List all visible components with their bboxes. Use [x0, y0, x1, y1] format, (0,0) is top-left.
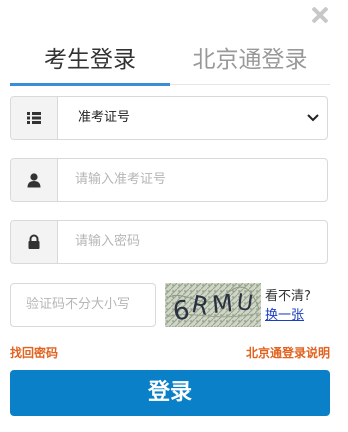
- captcha-refresh-link[interactable]: 换一张: [265, 304, 304, 323]
- captcha-char: M: [211, 289, 235, 319]
- login-button[interactable]: 登录: [10, 370, 330, 416]
- id-type-selected: 准考证号: [78, 110, 131, 125]
- captcha-image[interactable]: 6 R M U: [165, 283, 261, 327]
- password-input[interactable]: 请输入密码: [75, 221, 140, 263]
- tab-candidate-login[interactable]: 考生登录: [10, 40, 170, 80]
- captcha-unclear-label: 看不清?: [265, 289, 311, 304]
- close-icon[interactable]: [308, 4, 330, 26]
- username-field[interactable]: 请输入准考证号: [10, 158, 328, 202]
- active-tab-indicator: [10, 83, 170, 86]
- lock-icon: [11, 221, 58, 263]
- captcha-input[interactable]: 验证码不分大小写: [26, 284, 130, 326]
- id-type-field: 准考证号: [10, 96, 328, 140]
- user-icon: [11, 159, 58, 201]
- login-tabs: 考生登录 北京通登录: [10, 40, 330, 86]
- captcha-field[interactable]: 验证码不分大小写: [10, 283, 156, 327]
- forgot-password-link[interactable]: 找回密码: [10, 344, 58, 361]
- username-input[interactable]: 请输入准考证号: [75, 159, 166, 201]
- captcha-char: U: [235, 290, 254, 317]
- list-icon: [11, 97, 58, 139]
- chevron-down-icon: [307, 114, 319, 122]
- id-type-select[interactable]: 准考证号: [58, 97, 327, 139]
- password-field[interactable]: 请输入密码: [10, 220, 328, 264]
- tab-beijingtong-login[interactable]: 北京通登录: [170, 40, 330, 80]
- beijingtong-help-link[interactable]: 北京通登录说明: [246, 344, 330, 361]
